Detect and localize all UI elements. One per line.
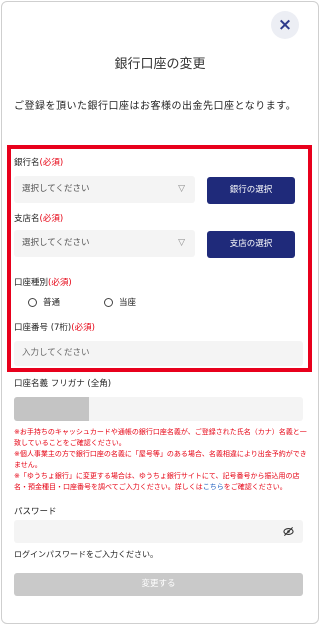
select-bank-button[interactable]: 銀行の選択 (207, 177, 295, 204)
password-input[interactable] (14, 520, 303, 543)
account-name-value (14, 397, 89, 421)
radio-circle-icon (28, 297, 37, 307)
dialog-title: 銀行口座の変更 (114, 57, 206, 72)
required-mark: (必須) (71, 323, 95, 333)
bank-select[interactable]: 選択してください ▽ (14, 176, 195, 203)
eye-slash-icon[interactable] (283, 526, 294, 537)
account-type-label: 口座種別(必須) (14, 278, 72, 288)
close-button[interactable]: × (271, 11, 299, 39)
radio-ordinary[interactable]: 普通 (28, 296, 60, 308)
branch-select[interactable]: 選択してください ▽ (14, 230, 195, 257)
required-mark: (必須) (48, 278, 72, 288)
select-branch-button[interactable]: 支店の選択 (207, 231, 295, 258)
chevron-down-icon: ▽ (178, 238, 185, 248)
required-mark: (必須) (39, 214, 64, 224)
required-mark: (必須) (39, 158, 64, 168)
notes-link[interactable]: こちら (203, 483, 224, 491)
account-name-input[interactable] (14, 397, 303, 421)
password-hint: ログインパスワードをご入力ください。 (14, 550, 158, 559)
chevron-down-icon: ▽ (178, 184, 185, 194)
intro-text: ご登録を頂いた銀行口座はお客様の出金先口座となります。 (14, 101, 297, 112)
account-number-label: 口座番号 (7桁)(必須) (14, 323, 95, 333)
submit-button[interactable]: 変更する (14, 573, 303, 596)
close-icon: × (277, 15, 293, 35)
password-label: パスワード (14, 507, 57, 517)
branch-label: 支店名(必須) (14, 214, 64, 224)
account-name-label: 口座名義 フリガナ (全角) (14, 379, 112, 389)
account-number-input[interactable]: 入力してください (14, 341, 303, 366)
radio-current[interactable]: 当座 (104, 296, 136, 308)
radio-circle-icon (104, 297, 113, 307)
bank-label: 銀行名(必須) (14, 158, 64, 168)
notes-text: ※お手持ちのキャッシュカードや通帳の銀行口座名義が、ご登録された氏名（カナ）名義… (14, 428, 307, 491)
